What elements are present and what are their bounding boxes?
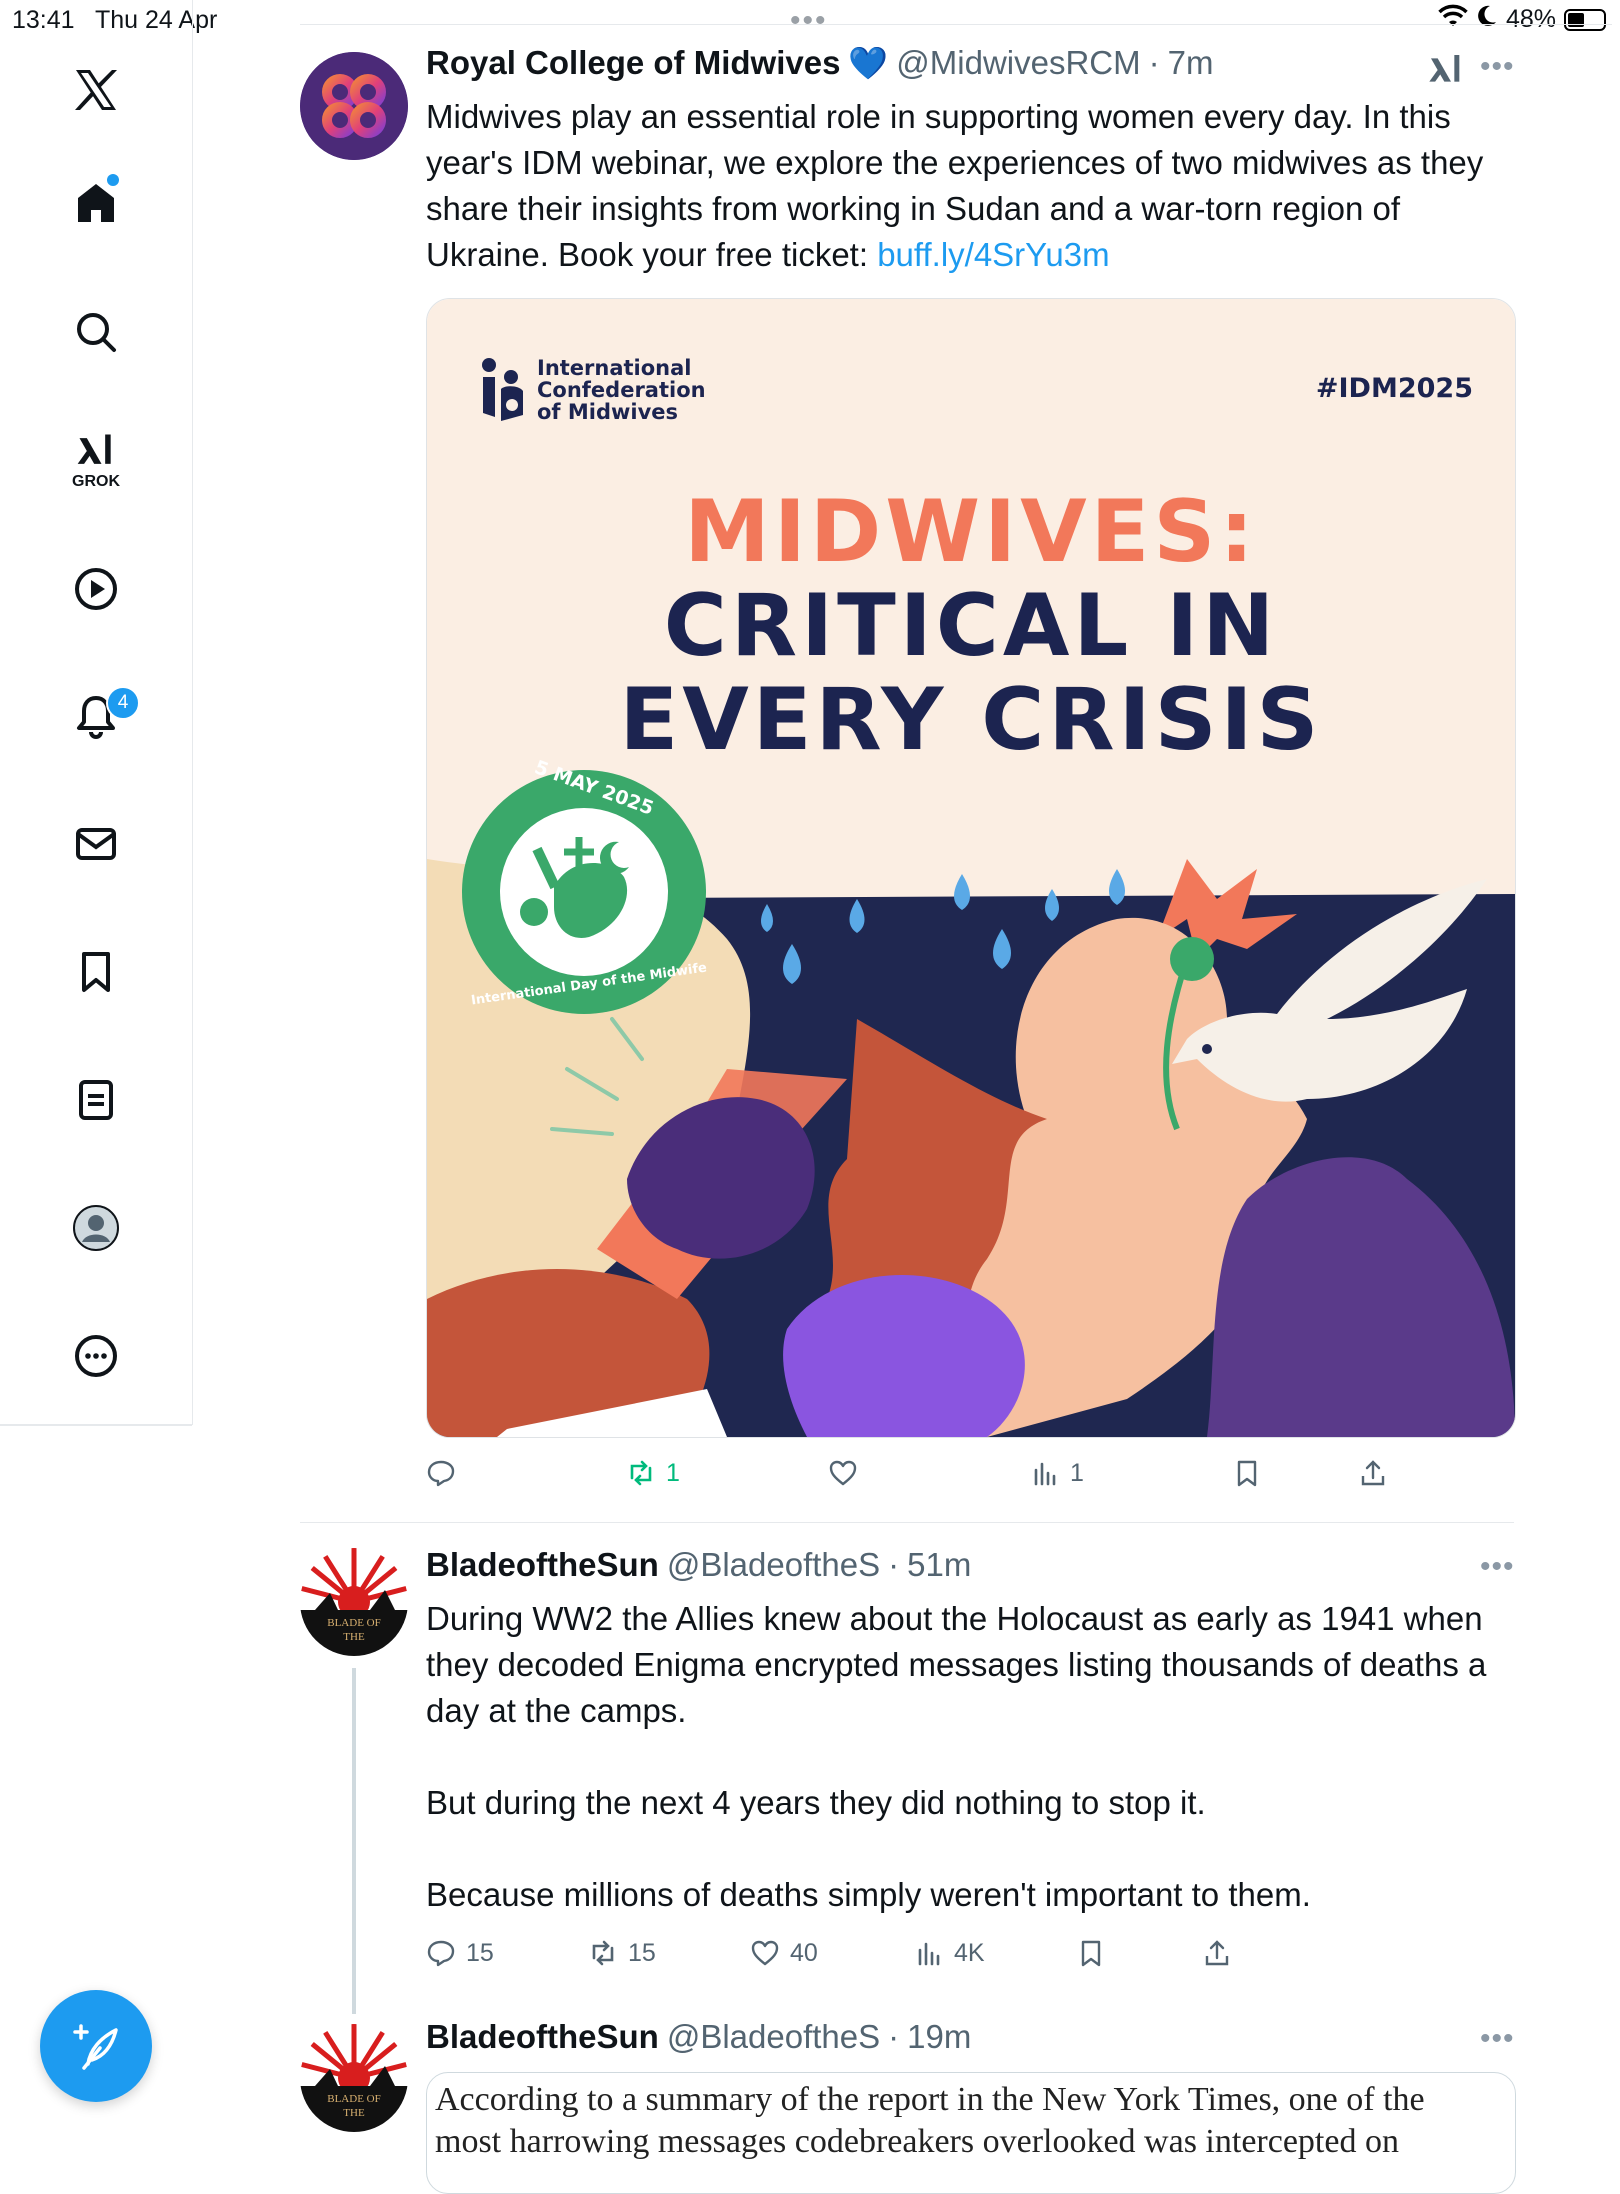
grok-label: GROK <box>72 473 120 490</box>
timestamp[interactable]: 19m <box>907 2018 971 2056</box>
retweet-count: 1 <box>666 1458 680 1487</box>
mail-icon[interactable] <box>60 808 132 880</box>
more-options-icon[interactable]: ••• <box>1480 50 1515 84</box>
profile-icon[interactable] <box>60 1192 132 1264</box>
reply-button[interactable]: 15 <box>426 1938 494 1968</box>
share-button[interactable] <box>1202 1938 1232 1968</box>
separator: · <box>1148 44 1160 81</box>
icm-line3: of Midwives <box>537 400 679 424</box>
views-button[interactable]: 4K <box>914 1938 985 1968</box>
bookmark-icon[interactable] <box>60 936 132 1008</box>
hashtag: #IDM2025 <box>1315 373 1473 404</box>
wifi-icon <box>1438 4 1468 35</box>
tweet-paragraph: But during the next 4 years they did not… <box>426 1784 1206 1821</box>
share-button[interactable] <box>1358 1458 1388 1488</box>
quoted-image[interactable]: According to a summary of the report in … <box>426 2072 1516 2194</box>
battery-icon <box>1564 8 1606 31</box>
reply-icon <box>427 1940 455 1967</box>
avatar-text: BLADE OF THE <box>327 2093 381 2119</box>
status-indicators: 48% <box>1438 4 1606 35</box>
icm-emblem-icon <box>482 358 523 421</box>
tweet-text: During WW2 the Allies knew about the Hol… <box>426 1596 1526 1918</box>
views-count: 4K <box>954 1938 985 1967</box>
retweet-button[interactable]: 1 <box>626 1458 680 1488</box>
thread-line <box>352 1668 356 2014</box>
notification-badge: 4 <box>106 686 140 720</box>
more-options-icon[interactable]: ••• <box>1480 1550 1515 1584</box>
bookmark-button[interactable] <box>1076 1938 1106 1968</box>
avatar[interactable]: BLADE OF THE <box>300 1548 408 1656</box>
headline-line1: MIDWIVES: <box>684 482 1258 582</box>
tweet-header: BladeoftheSun @BladeoftheS · 51m <box>426 1546 971 1584</box>
top-divider <box>300 24 1612 25</box>
blue-heart-icon: 💙 <box>848 45 889 81</box>
compose-feather-icon <box>73 2024 118 2070</box>
icm-line2: Confederation <box>537 378 706 402</box>
battery-percent: 48% <box>1505 5 1556 33</box>
grok-icon[interactable] <box>1426 50 1466 95</box>
author-name[interactable]: BladeoftheSun <box>426 1546 659 1584</box>
share-icon <box>1205 1940 1229 1966</box>
play-icon[interactable] <box>60 553 132 625</box>
retweet-icon <box>592 1940 614 1966</box>
author-name[interactable]: BladeoftheSun <box>426 2018 659 2056</box>
heart-icon <box>829 1460 857 1486</box>
retweet-button[interactable]: 15 <box>588 1938 656 1968</box>
author-name[interactable]: Royal College of Midwives <box>426 44 840 82</box>
idm-seal: 5 MAY 2025 International Day of the Midw… <box>459 756 709 1017</box>
bookmark-button[interactable] <box>1232 1458 1262 1488</box>
separator: · <box>888 1546 900 1583</box>
author-handle[interactable]: @BladeoftheS <box>667 2018 880 2056</box>
tweet-link[interactable]: buff.ly/4SrYu3m <box>877 236 1109 273</box>
tweet-paragraph: During WW2 the Allies knew about the Hol… <box>426 1600 1487 1729</box>
tweet-paragraph: Because millions of deaths simply weren'… <box>426 1876 1311 1913</box>
like-button[interactable] <box>828 1458 868 1488</box>
tweet-header: BladeoftheSun @BladeoftheS · 19m <box>426 2018 971 2056</box>
like-button[interactable]: 40 <box>750 1938 818 1968</box>
icm-logo: International Confederation of Midwives <box>479 355 706 425</box>
reply-icon <box>427 1460 455 1487</box>
headline-line2: CRITICAL IN <box>663 576 1279 676</box>
list-icon[interactable] <box>60 1064 132 1136</box>
avatar[interactable]: BLADE OF THE <box>300 2024 408 2132</box>
author-handle[interactable]: @BladeoftheS <box>667 1546 880 1584</box>
quoted-text: According to a summary of the report in … <box>435 2081 1425 2160</box>
sidebar-divider <box>0 1424 192 1426</box>
grok-icon[interactable]: GROK <box>60 420 132 500</box>
views-icon <box>918 1942 940 1966</box>
avatar[interactable] <box>300 52 408 160</box>
avatar-text: BLADE OF THE <box>327 1617 381 1643</box>
compose-button[interactable] <box>40 1990 152 2102</box>
bookmark-icon <box>1081 1940 1101 1967</box>
search-icon[interactable] <box>60 296 132 368</box>
tweet-divider <box>300 1522 1514 1523</box>
headline-line3: EVERY CRISIS <box>619 670 1323 770</box>
like-count: 40 <box>790 1938 818 1967</box>
reply-count: 15 <box>466 1938 494 1967</box>
tweet-text: Midwives play an essential role in suppo… <box>426 94 1526 278</box>
timestamp[interactable]: 51m <box>907 1546 971 1584</box>
separator: · <box>888 2018 900 2055</box>
retweet-count: 15 <box>628 1938 656 1967</box>
x-logo-icon[interactable] <box>60 54 132 126</box>
views-count: 1 <box>1070 1458 1084 1487</box>
home-notification-dot <box>107 174 119 186</box>
reply-button[interactable] <box>426 1458 466 1488</box>
more-options-icon[interactable]: ••• <box>1480 2022 1515 2056</box>
author-handle[interactable]: @MidwivesRCM <box>896 44 1140 82</box>
views-button[interactable]: 1 <box>1030 1458 1084 1488</box>
retweet-icon <box>630 1460 652 1486</box>
tweet-image[interactable]: International Confederation of Midwives … <box>426 298 1516 1438</box>
multitasking-dots-icon[interactable]: ••• <box>790 4 828 38</box>
tweet-header: Royal College of Midwives 💙 @MidwivesRCM… <box>426 44 1213 82</box>
heart-icon <box>751 1940 779 1966</box>
share-icon <box>1361 1460 1385 1486</box>
home-icon[interactable] <box>60 166 132 238</box>
icm-line1: International <box>537 356 692 380</box>
moon-icon <box>1476 4 1498 35</box>
timestamp[interactable]: 7m <box>1168 44 1214 82</box>
more-circle-icon[interactable] <box>60 1320 132 1392</box>
views-icon <box>1034 1462 1056 1486</box>
bookmark-icon <box>1237 1460 1257 1487</box>
